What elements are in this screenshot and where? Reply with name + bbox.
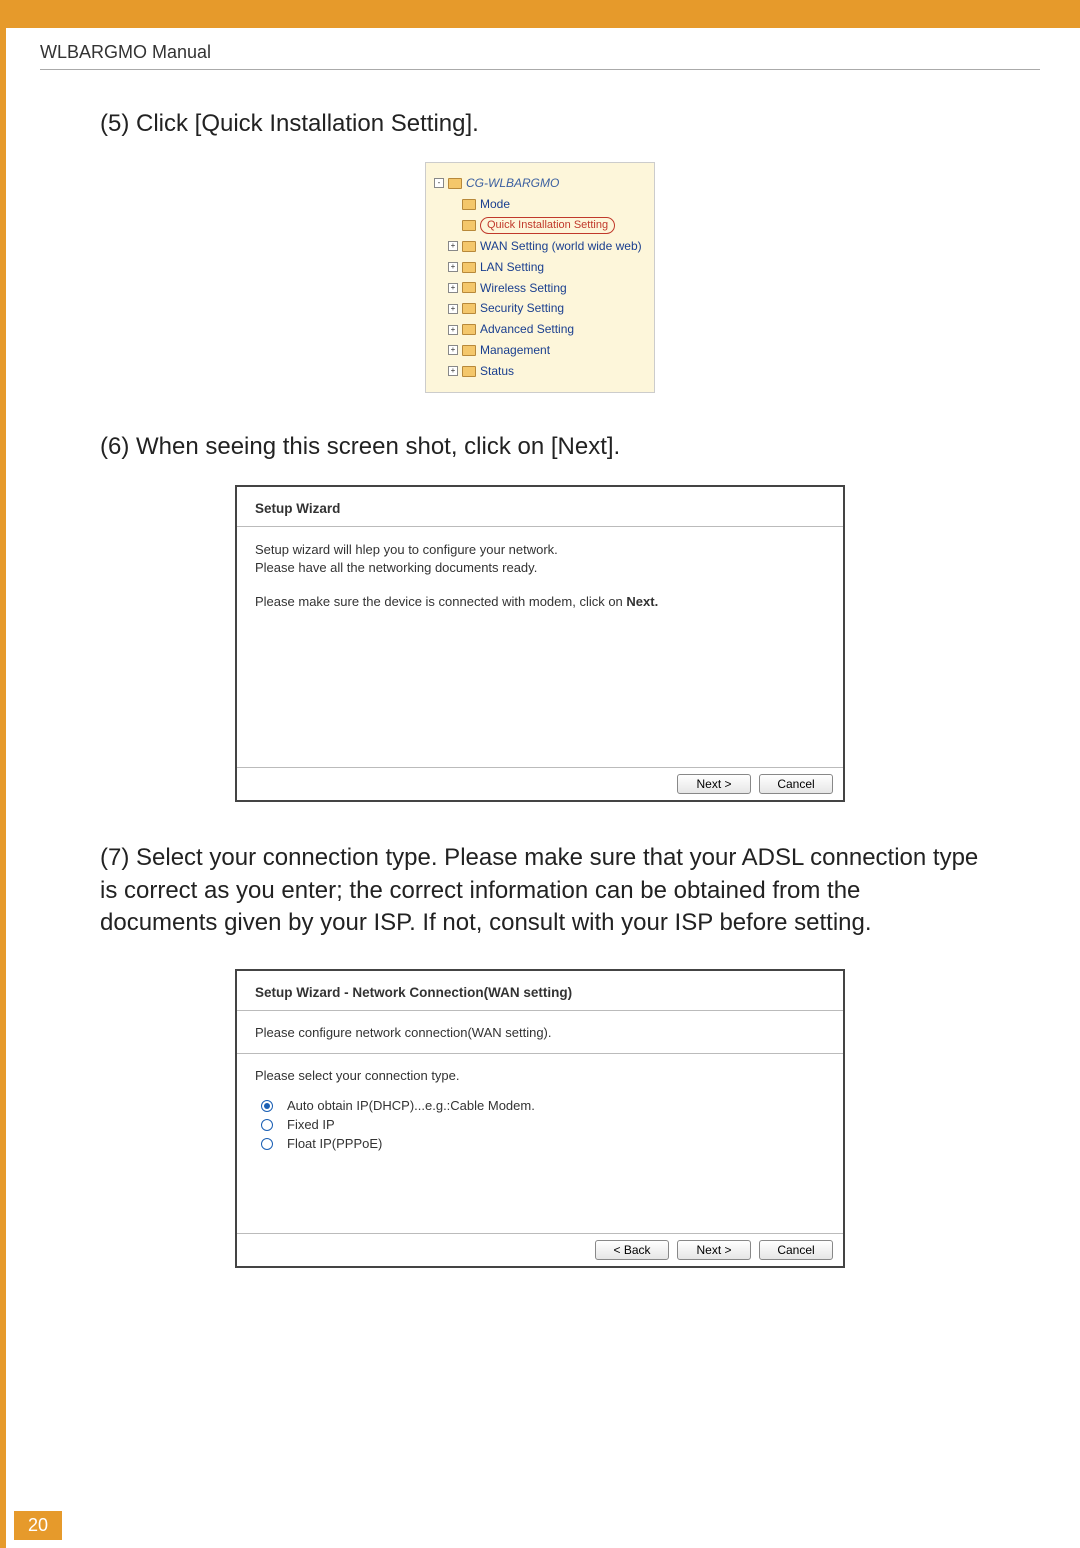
option-label: Fixed IP [287,1117,335,1132]
tree-item-label: Wireless Setting [480,280,567,297]
tree-item: + Management [434,340,646,361]
header-divider [40,69,1040,70]
page-content: WLBARGMO Manual (5) Click [Quick Install… [0,28,1080,1548]
expand-icon: + [448,345,458,355]
tree-item: + Status [434,361,646,382]
tree-item: + LAN Setting [434,257,646,278]
step-5-text: (5) Click [Quick Installation Setting]. [100,110,1040,138]
tree-item-label: Management [480,342,550,359]
folder-icon [462,303,476,314]
cancel-button[interactable]: Cancel [759,1240,833,1260]
divider [237,526,843,527]
tree-root-label: CG-WLBARGMO [466,175,559,192]
tree-item: Mode [434,194,646,215]
tree-item-label: Advanced Setting [480,321,574,338]
tree-item: + Security Setting [434,298,646,319]
radio-icon [261,1119,273,1131]
divider [237,1053,843,1054]
expand-icon: + [448,366,458,376]
expand-icon: + [448,262,458,272]
wizard-title: Setup Wizard - Network Connection(WAN se… [255,985,825,1000]
tree-item: + WAN Setting (world wide web) [434,236,646,257]
page-number: 20 [14,1511,62,1540]
tree-item-label: Status [480,363,514,380]
setup-wizard-dialog-2: Setup Wizard - Network Connection(WAN se… [235,969,845,1268]
radio-selected-icon [261,1100,273,1112]
folder-icon [462,262,476,273]
tree-item: + Wireless Setting [434,278,646,299]
folder-icon [462,324,476,335]
step-7-text: (7) Select your connection type. Please … [100,842,980,939]
folder-icon [462,345,476,356]
tree-root: - CG-WLBARGMO [434,173,646,194]
back-button[interactable]: < Back [595,1240,669,1260]
wizard-text: Please make sure the device is connected… [255,594,626,609]
tree-item-label: LAN Setting [480,259,544,276]
connection-option[interactable]: Fixed IP [255,1115,825,1134]
cancel-button[interactable]: Cancel [759,774,833,794]
expand-icon: + [448,283,458,293]
folder-icon [448,178,462,189]
folder-icon [462,241,476,252]
folder-icon [462,366,476,377]
folder-icon [462,282,476,293]
divider [237,1010,843,1011]
tree-item-label-highlighted: Quick Installation Setting [480,217,615,234]
wizard-text: Please have all the networking documents… [255,560,537,575]
tree-item-label: WAN Setting (world wide web) [480,238,642,255]
folder-icon [462,199,476,210]
tree-item-quick-install: Quick Installation Setting [434,215,646,236]
wizard-text-bold: Next. [626,594,658,609]
setup-wizard-dialog-1: Setup Wizard Setup wizard will hlep you … [235,485,845,803]
tree-item-label: Security Setting [480,300,564,317]
tree-item: + Advanced Setting [434,319,646,340]
expand-icon: + [448,304,458,314]
option-label: Auto obtain IP(DHCP)...e.g.:Cable Modem. [287,1098,535,1113]
connection-option[interactable]: Auto obtain IP(DHCP)...e.g.:Cable Modem. [255,1096,825,1115]
top-accent-bar [0,0,1080,28]
collapse-icon: - [434,178,444,188]
expand-icon: + [448,325,458,335]
connection-option[interactable]: Float IP(PPPoE) [255,1134,825,1153]
wizard-footer: Next > Cancel [237,767,843,800]
wizard-text: Setup wizard will hlep you to configure … [255,542,558,557]
nav-tree-screenshot: - CG-WLBARGMO Mode Quick Installation Se… [425,162,655,393]
document-header: WLBARGMO Manual [40,42,1040,63]
option-label: Float IP(PPPoE) [287,1136,382,1151]
next-button[interactable]: Next > [677,1240,751,1260]
wizard-footer: < Back Next > Cancel [237,1233,843,1266]
wizard-prompt: Please select your connection type. [255,1068,825,1083]
wizard-subtitle: Please configure network connection(WAN … [255,1025,825,1040]
expand-icon: + [448,241,458,251]
folder-icon [462,220,476,231]
radio-icon [261,1138,273,1150]
step-6-text: (6) When seeing this screen shot, click … [100,433,1040,461]
wizard-title: Setup Wizard [255,501,825,516]
tree-item-label: Mode [480,196,510,213]
next-button[interactable]: Next > [677,774,751,794]
